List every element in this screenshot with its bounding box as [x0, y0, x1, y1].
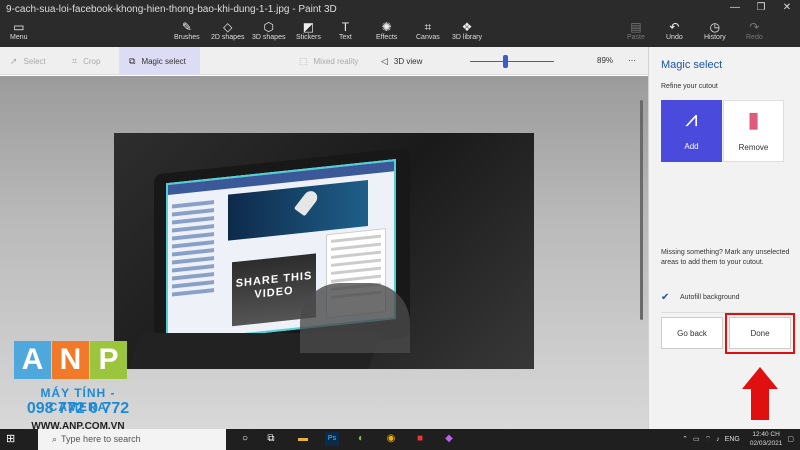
mixed-reality-icon: ⬚: [299, 56, 308, 66]
3d-view-icon: ◁: [381, 56, 388, 66]
system-tray: ⌃ ▭ ⌔ ♪ ENG 12:40 CH 02/03/2021 ▢: [677, 430, 794, 448]
undo-button[interactable]: ↶ Undo: [666, 20, 683, 42]
chrome-icon[interactable]: ◉: [384, 432, 398, 446]
effects-tool[interactable]: ✺ Effects: [376, 20, 397, 42]
windows-start-icon[interactable]: ⊞: [6, 432, 15, 445]
autofill-label: Autofill background: [680, 294, 740, 301]
canvas-image[interactable]: SHARE THIS VIDEO: [114, 133, 534, 369]
crop-tool[interactable]: ⌗ Crop: [72, 47, 100, 75]
magic-select-icon: ⧉: [129, 56, 136, 66]
close-button[interactable]: ✕: [774, 0, 800, 16]
app-icon[interactable]: ◐: [354, 432, 368, 446]
done-highlight-box: [725, 313, 795, 354]
task-view-icon[interactable]: ⧉: [264, 432, 278, 446]
taskbar: ⊞ ⌕ Type here to search ○ ⧉ ▬ Ps ◐ ◉ ■ ◆ …: [0, 429, 800, 450]
compass-icon: ⩘: [685, 106, 698, 131]
stickers-tool[interactable]: ◩ Stickers: [296, 20, 321, 42]
zoom-level: 89%: [597, 56, 614, 65]
app-badge-icon[interactable]: ■: [413, 432, 427, 446]
effects-icon: ✺: [381, 20, 392, 34]
window-controls: — ❐ ✕: [722, 0, 800, 16]
text-tool[interactable]: T Text: [339, 20, 352, 42]
watermark-letter: P: [90, 341, 127, 379]
watermark-letter: N: [52, 341, 89, 379]
select-tool[interactable]: ➚ Select: [10, 47, 46, 75]
zoom-slider-handle[interactable]: [503, 55, 508, 68]
file-explorer-icon[interactable]: ▬: [296, 432, 310, 446]
paste-icon: ▤: [630, 20, 642, 34]
red-arrow-head: [742, 367, 778, 389]
cortana-icon[interactable]: ○: [238, 432, 252, 446]
2d-shapes-icon: ◇: [223, 20, 233, 34]
eraser-icon: ▮: [747, 107, 760, 132]
more-options-button[interactable]: ⋯: [628, 47, 636, 75]
panel-title: Magic select: [661, 59, 723, 71]
minimize-button[interactable]: —: [722, 0, 748, 16]
chevron-up-icon[interactable]: ⌃: [682, 435, 688, 443]
text-icon: T: [341, 20, 350, 34]
folder-icon: ▭: [13, 20, 25, 34]
redo-button[interactable]: ↷ Redo: [746, 20, 763, 42]
maximize-button[interactable]: ❐: [748, 0, 774, 16]
rocket-icon: [293, 188, 321, 217]
canvas-icon: ⌗: [424, 20, 432, 34]
3d-view-button[interactable]: ◁ 3D view: [381, 47, 422, 75]
history-button[interactable]: ◷ History: [704, 20, 726, 42]
3d-shapes-icon: ⬡: [263, 20, 274, 34]
add-tool-tile[interactable]: ⩘ Add: [661, 100, 722, 162]
taskbar-search[interactable]: ⌕ Type here to search: [38, 429, 226, 450]
watermark-phone: 098 772 0 772: [26, 400, 130, 417]
cursor-icon: ➚: [10, 56, 18, 66]
panel-subtitle: Refine your cutout: [661, 83, 718, 90]
battery-icon[interactable]: ▭: [693, 435, 700, 443]
vertical-scrollbar[interactable]: [640, 100, 643, 320]
notification-icon[interactable]: ▢: [787, 435, 794, 443]
undo-icon: ↶: [669, 20, 680, 34]
3d-shapes-tool[interactable]: ⬡ 3D shapes: [252, 20, 285, 42]
menu-button[interactable]: ▭ Menu: [10, 20, 28, 42]
photoshop-icon[interactable]: Ps: [325, 432, 339, 446]
title-toolbar: 9-cach-sua-loi-facebook-khong-hien-thong…: [0, 0, 800, 47]
facebook-sidebar: [172, 196, 220, 331]
search-icon: ⌕: [52, 434, 58, 444]
paste-button[interactable]: ▤ Paste: [627, 20, 645, 42]
2d-shapes-tool[interactable]: ◇ 2D shapes: [211, 20, 244, 42]
hands-image: [300, 283, 410, 353]
canvas-tool[interactable]: ⌗ Canvas: [416, 20, 440, 42]
autofill-checkbox[interactable]: ✔: [661, 292, 673, 304]
anp-watermark: ANP MÁY TÍNH - CAMERA 098 772 0 772 WWW.…: [14, 341, 129, 432]
red-arrow-stem: [751, 388, 769, 420]
magic-select-tool[interactable]: ⧉ Magic select: [119, 47, 200, 75]
brush-icon: ✎: [181, 20, 192, 34]
brushes-tool[interactable]: ✎ Brushes: [174, 20, 200, 42]
go-back-button[interactable]: Go back: [661, 317, 723, 349]
network-icon[interactable]: ⌔: [705, 435, 712, 444]
window-title: 9-cach-sua-loi-facebook-khong-hien-thong…: [6, 4, 337, 15]
clock[interactable]: 12:40 CH 02/03/2021: [745, 430, 783, 448]
crop-icon: ⌗: [72, 56, 78, 66]
remove-tool-tile[interactable]: ▮ Remove: [723, 100, 784, 162]
stickers-icon: ◩: [302, 20, 315, 34]
paint-3d-icon[interactable]: ◆: [442, 432, 456, 446]
clock-date: 02/03/2021: [749, 440, 783, 447]
volume-icon[interactable]: ♪: [716, 436, 720, 443]
mixed-reality-button[interactable]: ⬚ Mixed reality: [299, 47, 358, 75]
3d-library-icon: ❖: [461, 20, 473, 34]
redo-icon: ↷: [749, 20, 760, 34]
clock-time: 12:40 CH: [752, 431, 780, 438]
3d-library-tool[interactable]: ❖ 3D library: [452, 20, 482, 42]
language-indicator[interactable]: ENG: [725, 436, 740, 443]
history-icon: ◷: [709, 20, 721, 34]
watermark-letter: A: [14, 341, 51, 379]
zoom-slider-track[interactable]: [470, 61, 554, 62]
help-text: Missing something? Mark any unselected a…: [661, 249, 790, 266]
